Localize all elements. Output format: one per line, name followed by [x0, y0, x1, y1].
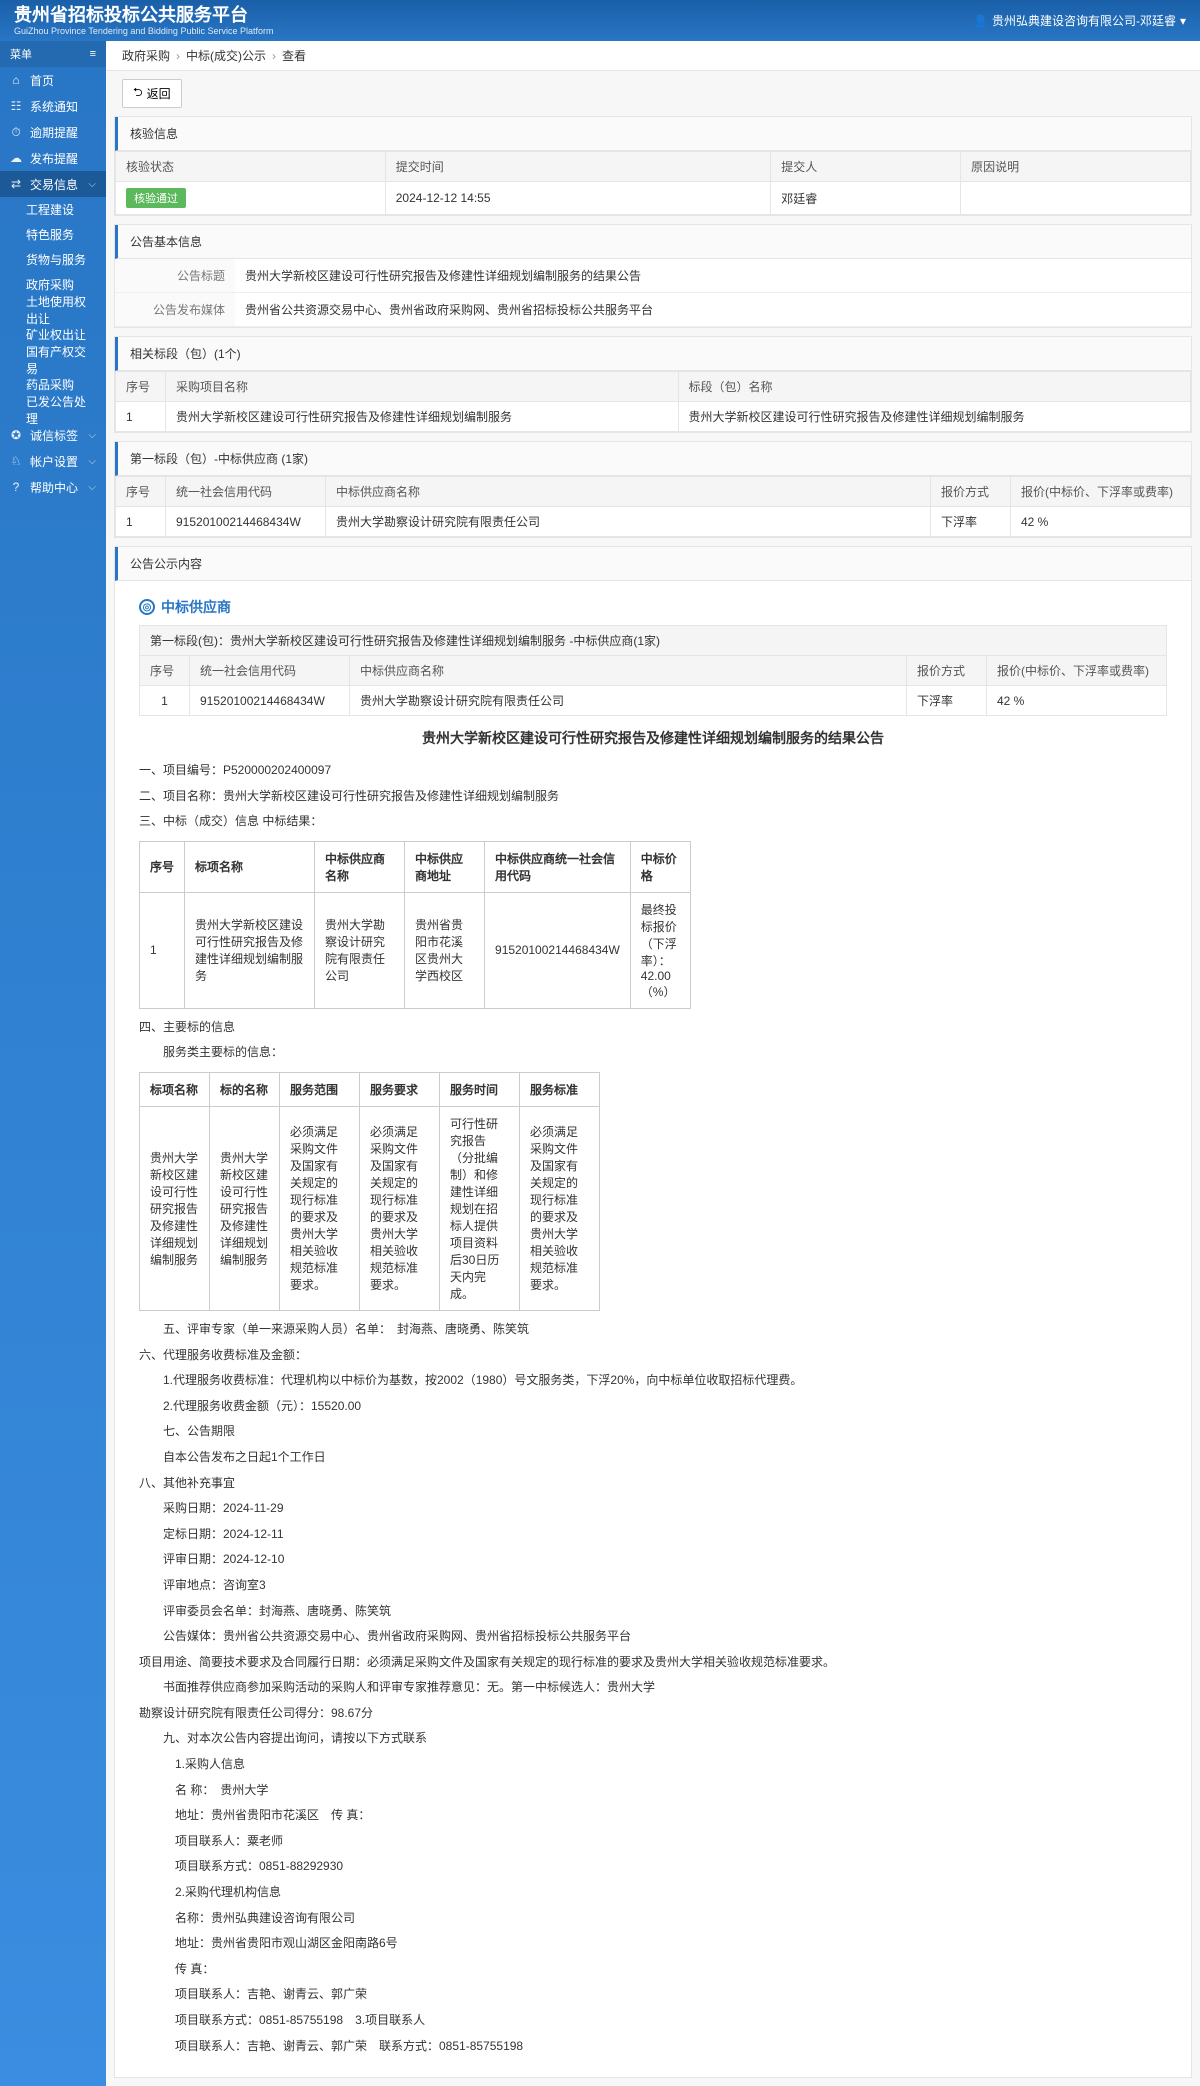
- table-row: 1 91520100214468434W 贵州大学勘察设计研究院有限责任公司 下…: [140, 686, 1167, 716]
- verify-panel-title: 核验信息: [115, 117, 1191, 151]
- sidebar-subitem[interactable]: 国有产权交易: [0, 347, 106, 372]
- back-arrow-icon: ⮌: [133, 83, 143, 104]
- sidebar-subitem[interactable]: 货物与服务: [0, 247, 106, 272]
- sidebar: 菜单 ≡ ⌂首页☷系统通知⏱逾期提醒☁发布提醒⇄交易信息⌵工程建设特色服务货物与…: [0, 41, 106, 2086]
- chevron-icon: ⌵: [88, 456, 96, 467]
- table-row: 1 91520100214468434W 贵州大学勘察设计研究院有限责任公司 下…: [116, 507, 1191, 537]
- menu-icon: ☷: [10, 99, 22, 113]
- sidebar-subitem[interactable]: 特色服务: [0, 222, 106, 247]
- sidebar-item[interactable]: ♘帐户设置⌵: [0, 448, 106, 474]
- menu-icon: ♘: [10, 454, 22, 468]
- user-menu[interactable]: 👤 贵州弘典建设咨询有限公司-邓廷睿 ▾: [973, 12, 1186, 29]
- menu-icon: ☁: [10, 151, 22, 165]
- chevron-icon: ⌵: [88, 179, 96, 190]
- winning-supplier-header: ◎ 中标供应商: [139, 597, 1167, 617]
- sidebar-subitem[interactable]: 土地使用权出让: [0, 297, 106, 322]
- sidebar-item[interactable]: ☷系统通知: [0, 93, 106, 119]
- menu-icon: ⌂: [10, 73, 22, 87]
- breadcrumb: 政府采购 › 中标(成交)公示 › 查看: [106, 41, 1200, 71]
- sidebar-subitem[interactable]: 工程建设: [0, 197, 106, 222]
- chevron-down-icon: ▾: [1180, 14, 1186, 28]
- sidebar-item[interactable]: ?帮助中心⌵: [0, 474, 106, 500]
- sidebar-item[interactable]: ⏱逾期提醒: [0, 119, 106, 145]
- app-title-en: GuiZhou Province Tendering and Bidding P…: [14, 26, 273, 36]
- menu-icon: ⇄: [10, 177, 22, 191]
- app-header: 贵州省招标投标公共服务平台 GuiZhou Province Tendering…: [0, 0, 1200, 41]
- table-row: 1 贵州大学新校区建设可行性研究报告及修建性详细规划编制服务 贵州大学新校区建设…: [116, 402, 1191, 432]
- status-badge: 核验通过: [126, 188, 186, 208]
- sidebar-item[interactable]: ⌂首页: [0, 67, 106, 93]
- menu-header: 菜单 ≡: [0, 41, 106, 67]
- sidebar-item[interactable]: ☁发布提醒: [0, 145, 106, 171]
- menu-icon: ⏱: [10, 125, 22, 140]
- announce-title: 贵州大学新校区建设可行性研究报告及修建性详细规划编制服务的结果公告: [139, 728, 1167, 748]
- back-button[interactable]: ⮌ 返回: [122, 79, 182, 108]
- chevron-icon: ⌵: [88, 482, 96, 493]
- menu-icon: ?: [10, 480, 22, 494]
- main-content: 政府采购 › 中标(成交)公示 › 查看 ⮌ 返回 核验信息 核验状态 提交时间…: [106, 41, 1200, 2086]
- menu-icon: ✪: [10, 428, 22, 442]
- user-icon: 👤: [973, 14, 988, 28]
- table-row: 贵州大学新校区建设可行性研究报告及修建性详细规划编制服务 贵州大学新校区建设可行…: [140, 1106, 600, 1310]
- app-title-cn: 贵州省招标投标公共服务平台: [14, 6, 273, 24]
- table-row: 1 贵州大学新校区建设可行性研究报告及修建性详细规划编制服务 贵州大学勘察设计研…: [140, 892, 691, 1008]
- chevron-icon: ⌵: [88, 430, 96, 441]
- sidebar-item[interactable]: ⇄交易信息⌵: [0, 171, 106, 197]
- target-icon: ◎: [139, 599, 155, 615]
- sidebar-subitem[interactable]: 已发公告处理: [0, 397, 106, 422]
- menu-collapse-icon[interactable]: ≡: [90, 48, 96, 60]
